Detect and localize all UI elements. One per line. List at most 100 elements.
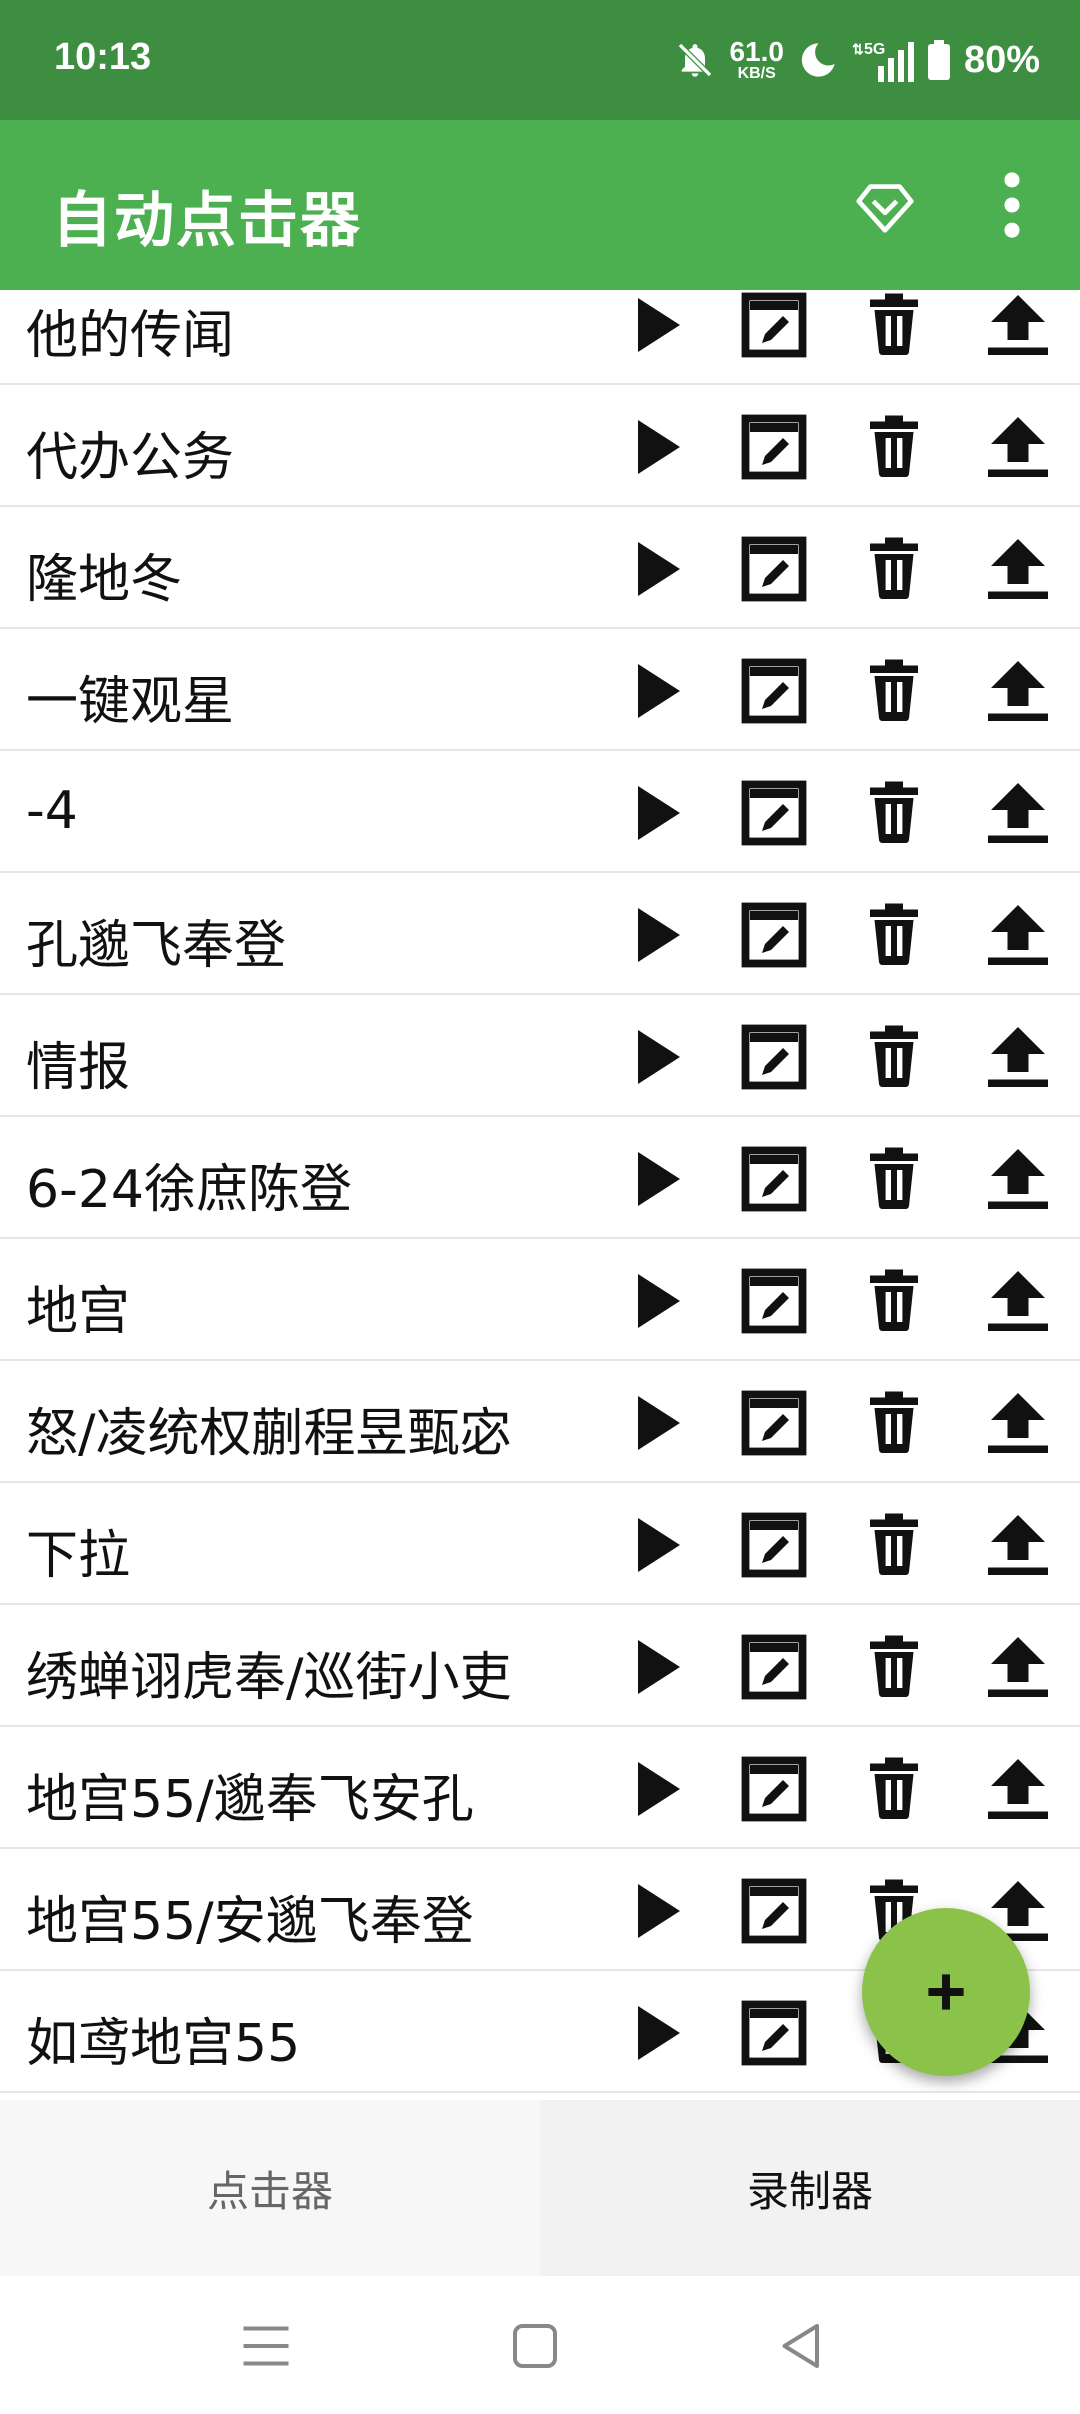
- edit-icon[interactable]: [738, 1509, 810, 1581]
- play-icon[interactable]: [620, 1509, 692, 1581]
- edit-icon[interactable]: [738, 777, 810, 849]
- upload-icon[interactable]: [982, 1143, 1054, 1215]
- tab-clicker-label: 点击器: [206, 2166, 333, 2216]
- list-item[interactable]: 情报: [0, 995, 1080, 1117]
- delete-icon[interactable]: [858, 1387, 930, 1459]
- play-icon[interactable]: [620, 1631, 692, 1703]
- edit-icon[interactable]: [738, 899, 810, 971]
- upload-icon[interactable]: [982, 899, 1054, 971]
- list-item[interactable]: 他的传闻: [0, 290, 1080, 385]
- list-item-label: 隆地冬: [26, 550, 183, 610]
- delete-icon[interactable]: [858, 1021, 930, 1093]
- list-item[interactable]: 地宫55/邈奉飞安孔: [0, 1727, 1080, 1849]
- list-item[interactable]: 代办公务: [0, 385, 1080, 507]
- edit-icon[interactable]: [738, 655, 810, 727]
- delete-icon[interactable]: [858, 1265, 930, 1337]
- list-item-label: 6-24徐庶陈登: [26, 1160, 353, 1220]
- play-icon[interactable]: [620, 533, 692, 605]
- upload-icon[interactable]: [982, 777, 1054, 849]
- recording-list: 他的传闻 代办公务隆地冬一键观星 -4 孔邈飞奉登情报 6-24徐庶陈登地宫怒/凌统权蒯…: [0, 290, 1080, 2100]
- status-bar: 10:13 61.0 KB/S ⇅ 5G 80%: [0, 0, 1080, 120]
- upload-icon[interactable]: [982, 533, 1054, 605]
- system-nav-bar: [0, 2276, 1080, 2414]
- list-item-label: 地宫55/邈奉飞安孔: [26, 1770, 474, 1830]
- signal-icon: ⇅ 5G: [852, 41, 914, 82]
- delete-icon[interactable]: [858, 899, 930, 971]
- list-item-label: 如鸢地宫55: [26, 2014, 301, 2074]
- edit-icon[interactable]: [738, 290, 810, 361]
- play-icon[interactable]: [620, 1875, 692, 1947]
- battery-percent: 80%: [963, 38, 1040, 81]
- play-icon[interactable]: [620, 290, 692, 361]
- upload-icon[interactable]: [982, 1509, 1054, 1581]
- delete-icon[interactable]: [858, 411, 930, 483]
- play-icon[interactable]: [620, 1997, 692, 2069]
- play-icon[interactable]: [620, 1387, 692, 1459]
- delete-icon[interactable]: [858, 533, 930, 605]
- upload-icon[interactable]: [982, 1753, 1054, 1825]
- edit-icon[interactable]: [738, 1265, 810, 1337]
- edit-icon[interactable]: [738, 1631, 810, 1703]
- play-icon[interactable]: [620, 1143, 692, 1215]
- diamond-icon[interactable]: [850, 172, 920, 242]
- upload-icon[interactable]: [982, 1021, 1054, 1093]
- delete-icon[interactable]: [858, 1631, 930, 1703]
- delete-icon[interactable]: [858, 1509, 930, 1581]
- upload-icon[interactable]: [982, 1631, 1054, 1703]
- edit-icon[interactable]: [738, 1387, 810, 1459]
- list-item[interactable]: 地宫: [0, 1239, 1080, 1361]
- list-item-label: -4: [26, 781, 78, 841]
- tab-recorder-label: 录制器: [746, 2166, 873, 2216]
- edit-icon[interactable]: [738, 1753, 810, 1825]
- list-item[interactable]: 6-24徐庶陈登: [0, 1117, 1080, 1239]
- play-icon[interactable]: [620, 655, 692, 727]
- edit-icon[interactable]: [738, 533, 810, 605]
- list-item-label: 一键观星: [26, 672, 235, 732]
- moon-icon: [801, 43, 835, 77]
- play-icon[interactable]: [620, 899, 692, 971]
- play-icon[interactable]: [620, 411, 692, 483]
- list-item[interactable]: 一键观星: [0, 629, 1080, 751]
- list-item[interactable]: 隆地冬: [0, 507, 1080, 629]
- app-title: 自动点击器: [52, 186, 362, 256]
- list-item[interactable]: 绣蝉诩虎奉/巡街小吏: [0, 1605, 1080, 1727]
- edit-icon[interactable]: [738, 1997, 810, 2069]
- net-speed-value: 61.0: [729, 36, 784, 67]
- add-button[interactable]: [862, 1908, 1030, 2076]
- upload-icon[interactable]: [982, 411, 1054, 483]
- play-icon[interactable]: [620, 1753, 692, 1825]
- more-vert-icon[interactable]: [990, 170, 1034, 240]
- recent-apps-icon[interactable]: [236, 2316, 296, 2376]
- play-icon[interactable]: [620, 777, 692, 849]
- edit-icon[interactable]: [738, 1021, 810, 1093]
- edit-icon[interactable]: [738, 1143, 810, 1215]
- upload-icon[interactable]: [982, 1387, 1054, 1459]
- list-item-label: 情报: [26, 1038, 131, 1098]
- plus-icon: [928, 1974, 964, 2010]
- back-icon[interactable]: [772, 2316, 832, 2376]
- tab-clicker[interactable]: 点击器: [0, 2100, 540, 2276]
- delete-icon[interactable]: [858, 1753, 930, 1825]
- delete-icon[interactable]: [858, 777, 930, 849]
- delete-icon[interactable]: [858, 655, 930, 727]
- home-icon[interactable]: [505, 2316, 565, 2376]
- list-item[interactable]: -4: [0, 751, 1080, 873]
- list-item[interactable]: 下拉: [0, 1483, 1080, 1605]
- upload-icon[interactable]: [982, 655, 1054, 727]
- list-item-label: 孔邈飞奉登: [26, 916, 287, 976]
- delete-icon[interactable]: [858, 290, 930, 361]
- play-icon[interactable]: [620, 1265, 692, 1337]
- list-item[interactable]: 孔邈飞奉登: [0, 873, 1080, 995]
- play-icon[interactable]: [620, 1021, 692, 1093]
- delete-icon[interactable]: [858, 1143, 930, 1215]
- tab-recorder[interactable]: 录制器: [540, 2100, 1080, 2276]
- upload-icon[interactable]: [982, 1265, 1054, 1337]
- list-item[interactable]: 怒/凌统权蒯程昱甄宓: [0, 1361, 1080, 1483]
- edit-icon[interactable]: [738, 411, 810, 483]
- battery-icon: [927, 40, 950, 80]
- app-bar: 自动点击器: [0, 120, 1080, 290]
- list-item-label: 怒/凌统权蒯程昱甄宓: [26, 1404, 512, 1464]
- edit-icon[interactable]: [738, 1875, 810, 1947]
- svg-text:5G: 5G: [864, 41, 885, 58]
- upload-icon[interactable]: [982, 290, 1054, 361]
